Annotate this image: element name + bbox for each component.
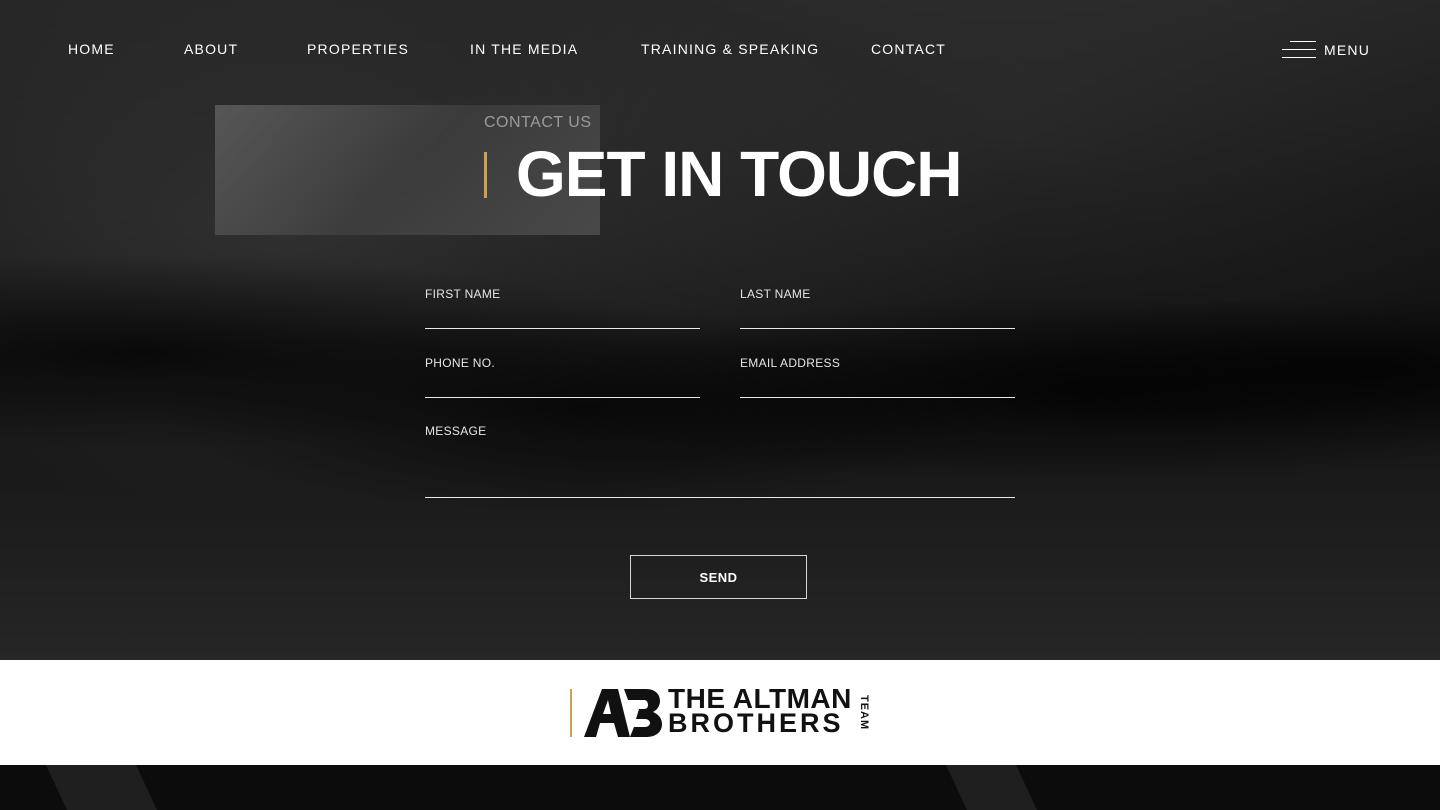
page-title: GET IN TOUCH: [516, 138, 962, 210]
logo-team-tag: TEAM: [858, 695, 870, 731]
nav-home[interactable]: HOME: [68, 41, 115, 57]
section-eyebrow: CONTACT US: [484, 114, 592, 131]
nav-contact[interactable]: CONTACT: [871, 41, 946, 57]
nav-properties[interactable]: PROPERTIES: [307, 41, 409, 57]
logo-band: THE ALTMAN BROTHERS TEAM: [0, 660, 1440, 765]
hero-section: HOME ABOUT PROPERTIES IN THE MEDIA TRAIN…: [0, 0, 1440, 660]
nav-training-speaking[interactable]: TRAINING & SPEAKING: [641, 41, 819, 57]
footer-stripe: [941, 765, 1049, 810]
logo-wordmark: THE ALTMAN BROTHERS: [668, 685, 852, 738]
main-nav: HOME ABOUT PROPERTIES IN THE MEDIA TRAIN…: [0, 41, 1440, 61]
footer: [0, 765, 1440, 810]
footer-stripe: [41, 765, 169, 810]
logo-line-2: BROTHERS: [668, 708, 844, 738]
nav-about[interactable]: ABOUT: [184, 41, 238, 57]
send-button[interactable]: SEND: [630, 555, 807, 599]
last-name-field[interactable]: [740, 328, 1015, 329]
phone-label: PHONE NO.: [425, 356, 496, 370]
nav-in-the-media[interactable]: IN THE MEDIA: [470, 41, 578, 57]
first-name-field[interactable]: [425, 328, 700, 329]
hamburger-icon: [1282, 40, 1316, 60]
menu-label: MENU: [1324, 42, 1371, 58]
message-field[interactable]: [425, 497, 1015, 498]
ab-logo-mark: [584, 689, 662, 737]
email-field[interactable]: [740, 397, 1015, 398]
email-label: EMAIL ADDRESS: [740, 356, 841, 370]
last-name-label: LAST NAME: [740, 287, 811, 301]
logo-accent-bar: [570, 689, 572, 737]
menu-button[interactable]: MENU: [1282, 40, 1370, 60]
title-accent-bar: [484, 152, 487, 198]
first-name-label: FIRST NAME: [425, 287, 501, 301]
message-label: MESSAGE: [425, 424, 487, 438]
phone-field[interactable]: [425, 397, 700, 398]
